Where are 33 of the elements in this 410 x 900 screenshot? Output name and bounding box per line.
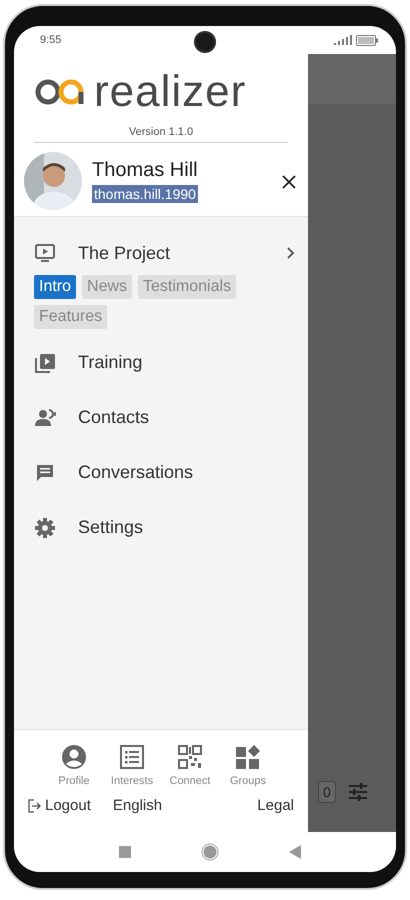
language-button[interactable]: English [112, 797, 162, 814]
grid-shapes-icon [235, 744, 261, 770]
close-icon [282, 175, 296, 189]
menu-item[interactable]: Conversations [14, 445, 308, 500]
menu-item[interactable]: Contacts [14, 390, 308, 445]
signal-icon [334, 35, 352, 45]
video-library-icon [34, 352, 56, 374]
footer-nav-item[interactable]: Profile [47, 744, 101, 787]
menu-item[interactable]: Training [14, 335, 308, 390]
qr-code-icon [177, 744, 203, 770]
legal-link[interactable]: Legal [257, 797, 294, 814]
tag-chip[interactable]: Intro [34, 275, 76, 299]
monitor-play-icon [34, 242, 56, 264]
user-name: Thomas Hill [92, 158, 199, 182]
username: thomas.hill.1990 [92, 184, 198, 202]
chevron-right-icon [286, 246, 296, 260]
menu-item[interactable]: The Project [14, 231, 308, 275]
menu-item[interactable]: Settings [14, 500, 308, 555]
battery-icon [356, 34, 378, 46]
gear-icon [34, 516, 56, 538]
footer-nav-item[interactable]: Interests [105, 744, 159, 787]
logout-button[interactable]: Logout [28, 797, 91, 814]
list-icon [119, 744, 145, 770]
person-circle-icon [61, 744, 87, 770]
footer-nav-item[interactable]: Groups [221, 744, 275, 787]
logout-icon [28, 798, 42, 812]
version-label: Version 1.1.0 [34, 126, 288, 143]
status-time: 9:55 [40, 34, 62, 46]
logo-wordmark: realizer [94, 70, 246, 114]
sliders-icon [348, 783, 368, 801]
counter-badge: 0 [318, 781, 336, 803]
footer-nav-item[interactable]: Connect [163, 744, 217, 787]
add-person-icon [34, 406, 56, 428]
